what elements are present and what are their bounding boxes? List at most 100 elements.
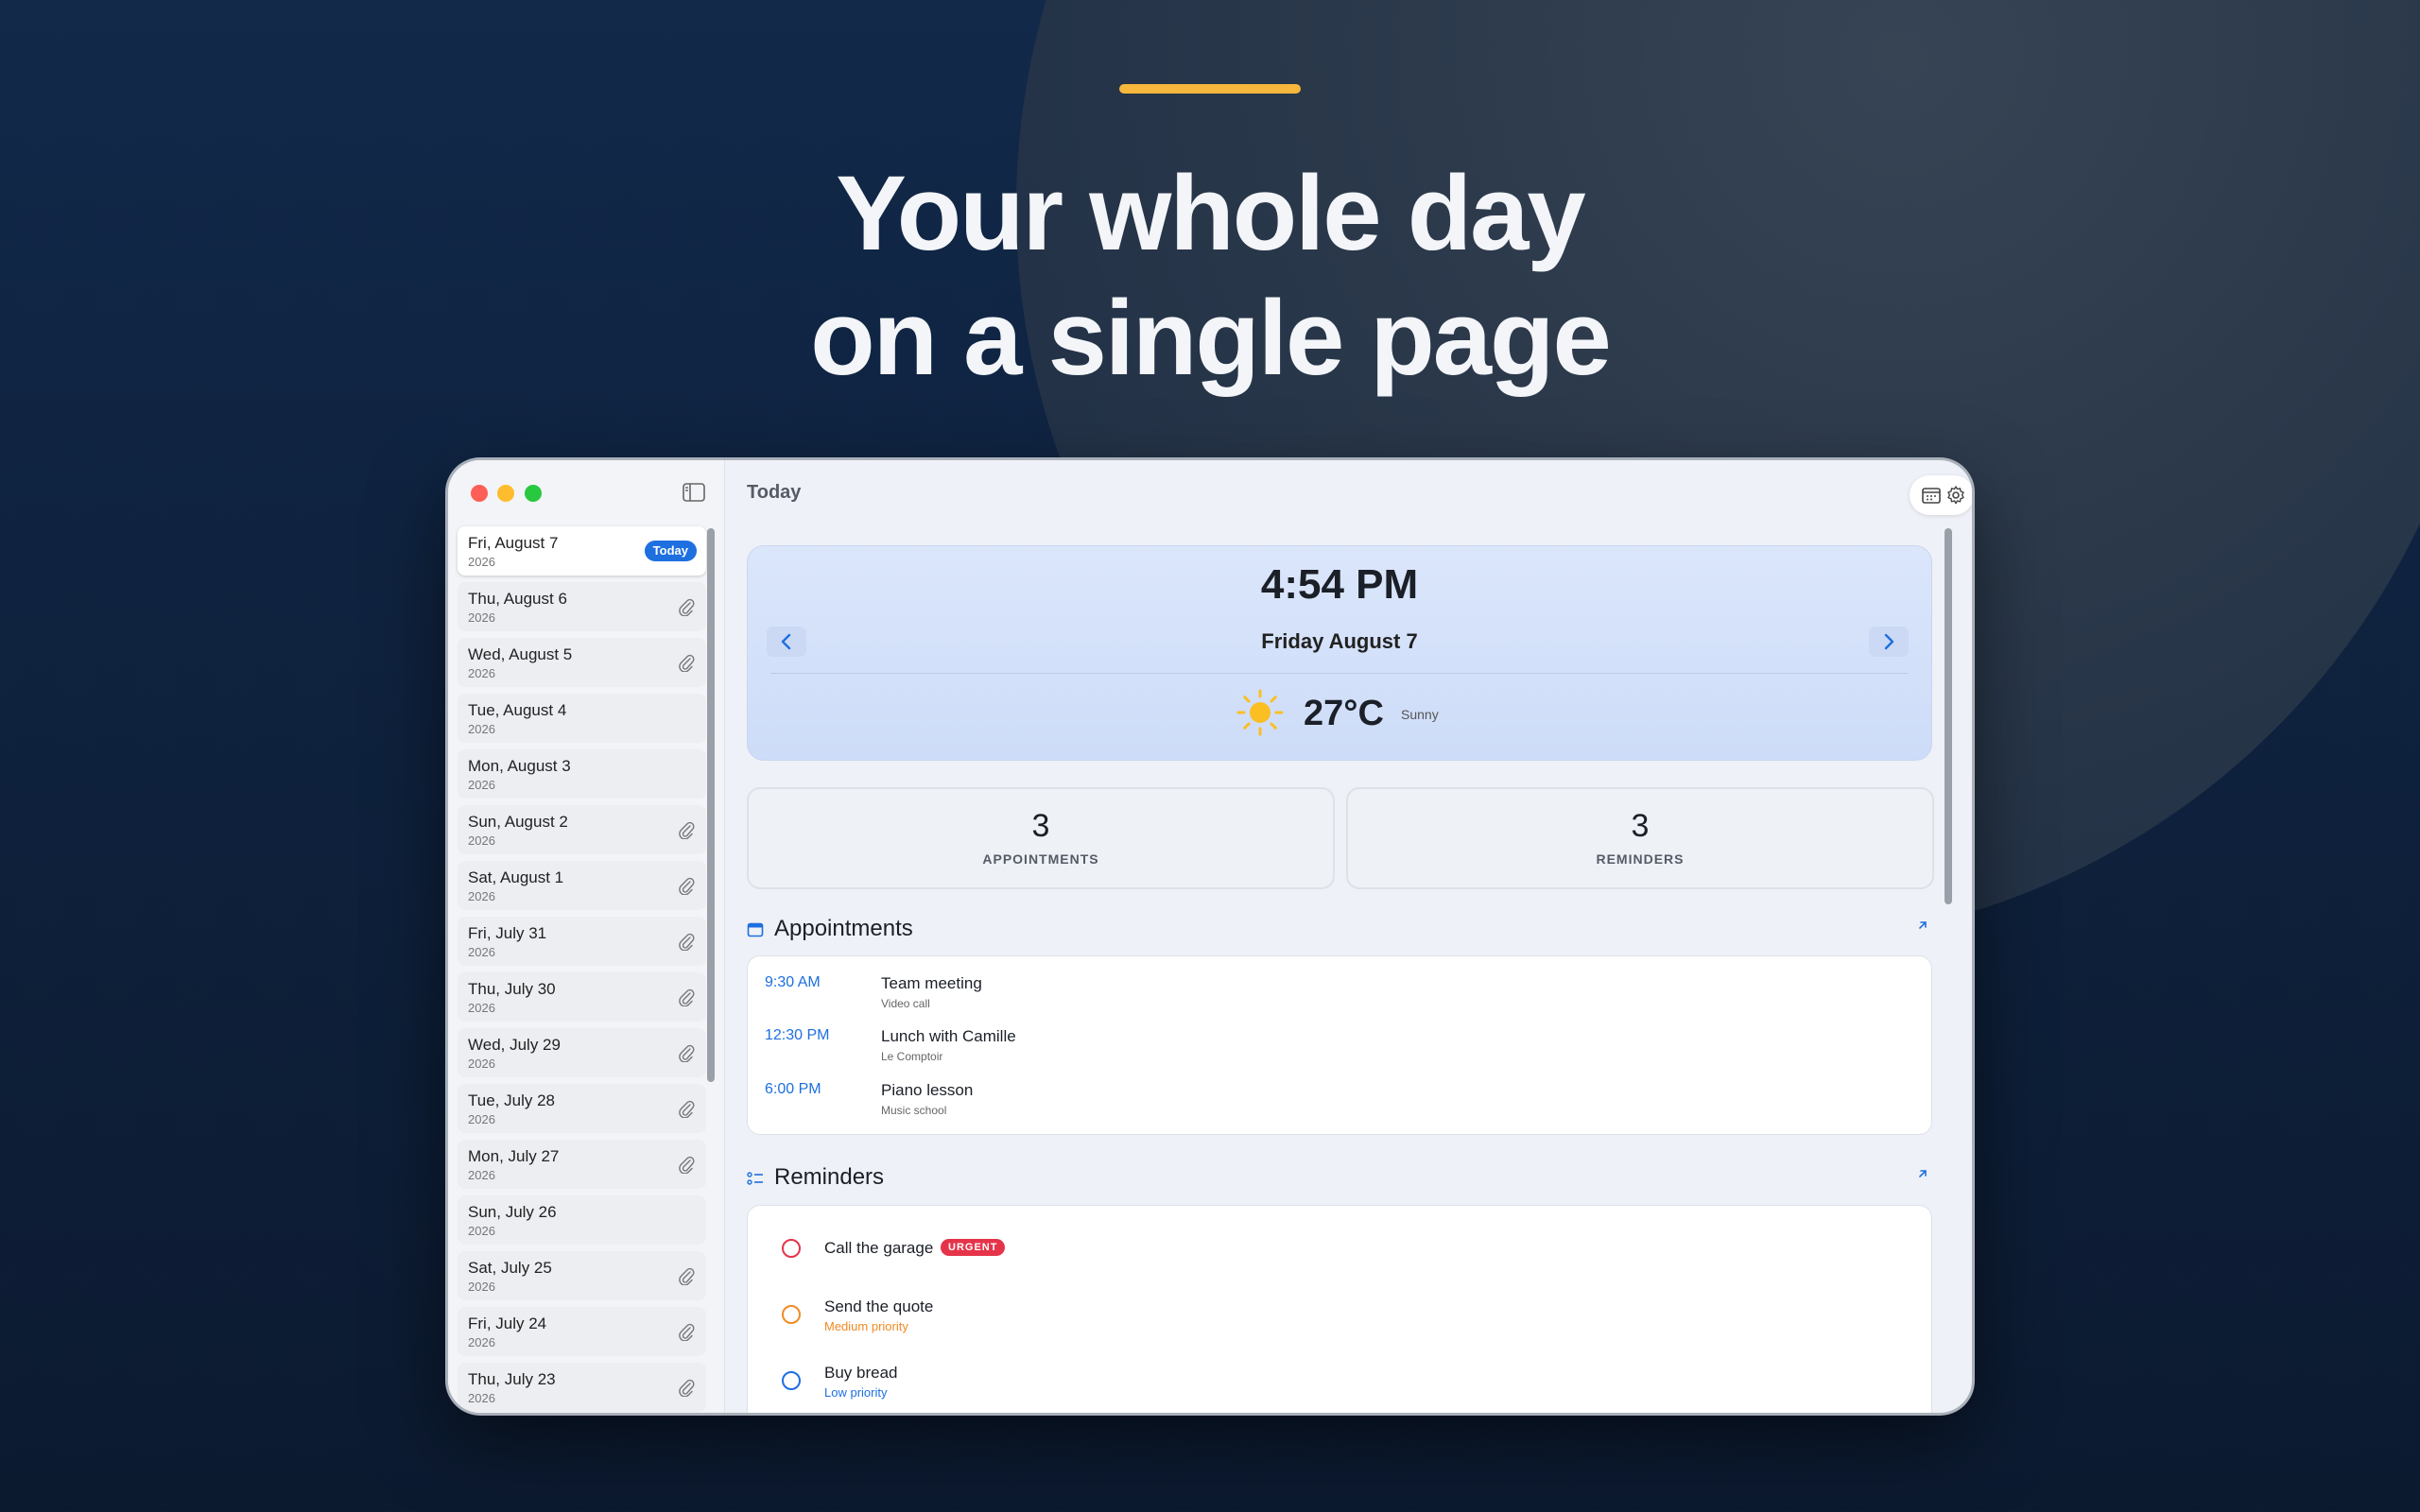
reminders-count-label: REMINDERS xyxy=(1596,851,1685,867)
sidebar: Fri, August 7 2026 Today Thu, August 6 2… xyxy=(448,460,725,1413)
attachment-icon xyxy=(679,654,695,672)
zoom-window-button[interactable] xyxy=(525,485,542,502)
day-item[interactable]: Tue, August 4 2026 xyxy=(458,694,706,743)
day-year: 2026 xyxy=(468,666,495,680)
day-item[interactable]: Sat, July 25 2026 xyxy=(458,1251,706,1300)
attachment-icon xyxy=(679,1100,695,1118)
reminder-priority: Medium priority xyxy=(824,1319,908,1333)
day-name: Tue, August 4 xyxy=(468,701,567,719)
reminders-header: Reminders xyxy=(747,1164,1930,1193)
appointment-time: 9:30 AM xyxy=(765,974,821,990)
reminder-row[interactable]: Buy bread Low priority xyxy=(748,1364,1931,1413)
reminder-priority: Low priority xyxy=(824,1385,888,1400)
day-year: 2026 xyxy=(468,610,495,625)
appointments-title: Appointments xyxy=(774,916,913,941)
minimize-window-button[interactable] xyxy=(497,485,514,502)
day-year: 2026 xyxy=(468,722,495,736)
day-year: 2026 xyxy=(468,1335,495,1349)
appointment-title: Piano lesson xyxy=(881,1081,974,1099)
day-item[interactable]: Thu, July 23 2026 xyxy=(458,1363,706,1412)
day-name: Mon, July 27 xyxy=(468,1147,560,1165)
day-item[interactable]: Sat, August 1 2026 xyxy=(458,861,706,910)
attachment-icon xyxy=(679,598,695,616)
app-window: Fri, August 7 2026 Today Thu, August 6 2… xyxy=(448,460,1972,1413)
calendar-icon xyxy=(747,922,764,937)
day-item[interactable]: Thu, July 30 2026 xyxy=(458,972,706,1022)
calendar-icon[interactable] xyxy=(1921,485,1942,506)
day-name: Fri, July 31 xyxy=(468,924,547,942)
today-hero-card: 4:54 PM Friday August 7 27°C Sunny xyxy=(747,545,1932,761)
open-external-icon[interactable] xyxy=(1915,918,1930,933)
current-date: Friday August 7 xyxy=(1261,629,1418,653)
day-item[interactable]: Fri, July 24 2026 xyxy=(458,1307,706,1356)
current-time: 4:54 PM xyxy=(1260,561,1419,608)
day-item[interactable]: Sun, August 2 2026 xyxy=(458,805,706,854)
day-year: 2026 xyxy=(468,1168,495,1182)
day-name: Sat, July 25 xyxy=(468,1259,552,1277)
attachment-icon xyxy=(679,1044,695,1062)
day-year: 2026 xyxy=(468,1112,495,1126)
day-year: 2026 xyxy=(468,1391,495,1405)
day-item[interactable]: Mon, July 27 2026 xyxy=(458,1140,706,1189)
appointment-time: 12:30 PM xyxy=(765,1027,830,1043)
day-name: Fri, August 7 xyxy=(468,534,559,552)
attachment-icon xyxy=(679,1323,695,1341)
day-year: 2026 xyxy=(468,833,495,848)
appointment-location: Music school xyxy=(881,1104,947,1117)
sidebar-toggle-icon[interactable] xyxy=(683,483,705,502)
reminders-count-card[interactable]: 3 REMINDERS xyxy=(1346,787,1934,889)
hero-divider xyxy=(770,673,1909,674)
appointments-header: Appointments xyxy=(747,916,1930,944)
attachment-icon xyxy=(679,1379,695,1397)
day-item[interactable]: Mon, August 3 2026 xyxy=(458,749,706,799)
appointment-row[interactable]: 6:00 PM Piano lesson Music school xyxy=(748,1081,1931,1134)
main-scrollbar[interactable] xyxy=(1945,528,1952,904)
day-item[interactable]: Sun, July 26 2026 xyxy=(458,1195,706,1245)
reminders-count: 3 xyxy=(1631,808,1650,844)
appointments-count: 3 xyxy=(1031,808,1050,844)
day-year: 2026 xyxy=(468,1057,495,1071)
next-day-button[interactable] xyxy=(1869,627,1909,657)
attachment-icon xyxy=(679,933,695,951)
reminder-checkbox[interactable] xyxy=(782,1305,801,1324)
attachment-icon xyxy=(679,1267,695,1285)
open-external-icon[interactable] xyxy=(1915,1166,1930,1181)
headline-line-2: on a single page xyxy=(810,279,1612,397)
day-name: Fri, July 24 xyxy=(468,1314,547,1332)
reminder-row[interactable]: Call the garage URGENT xyxy=(748,1239,1931,1296)
sidebar-scrollbar[interactable] xyxy=(707,528,715,1082)
day-item[interactable]: Wed, July 29 2026 xyxy=(458,1028,706,1077)
main-panel: Today 4:54 PM Friday August 7 27°C Sunny… xyxy=(724,460,1972,1413)
appointments-count-card[interactable]: 3 APPOINTMENTS xyxy=(747,787,1335,889)
gear-icon[interactable] xyxy=(1945,485,1966,506)
reminder-checkbox[interactable] xyxy=(782,1371,801,1390)
headline-line-1: Your whole day xyxy=(836,154,1585,272)
appointment-location: Video call xyxy=(881,997,930,1010)
day-name: Mon, August 3 xyxy=(468,757,571,775)
sun-icon xyxy=(1236,689,1284,736)
day-item[interactable]: Fri, July 31 2026 xyxy=(458,917,706,966)
day-name: Thu, July 30 xyxy=(468,980,556,998)
day-item[interactable]: Fri, August 7 2026 Today xyxy=(458,526,706,576)
day-item[interactable]: Thu, August 6 2026 xyxy=(458,582,706,631)
close-window-button[interactable] xyxy=(471,485,488,502)
appointment-title: Team meeting xyxy=(881,974,982,992)
reminder-row[interactable]: Send the quote Medium priority xyxy=(748,1297,1931,1354)
attachment-icon xyxy=(679,877,695,895)
appointment-time: 6:00 PM xyxy=(765,1081,821,1097)
appointment-row[interactable]: 12:30 PM Lunch with Camille Le Comptoir xyxy=(748,1027,1931,1080)
day-item[interactable]: Tue, July 28 2026 xyxy=(458,1084,706,1133)
appointments-count-label: APPOINTMENTS xyxy=(982,851,1099,867)
attachment-icon xyxy=(679,821,695,839)
day-name: Sun, July 26 xyxy=(468,1203,557,1221)
day-item[interactable]: Wed, August 5 2026 xyxy=(458,638,706,687)
day-name: Wed, August 5 xyxy=(468,645,573,663)
appointments-card: 9:30 AM Team meeting Video call 12:30 PM… xyxy=(747,955,1932,1135)
day-year: 2026 xyxy=(468,945,495,959)
reminder-checkbox[interactable] xyxy=(782,1239,801,1258)
appointment-row[interactable]: 9:30 AM Team meeting Video call xyxy=(748,974,1931,1027)
appointment-location: Le Comptoir xyxy=(881,1050,943,1063)
urgent-badge: URGENT xyxy=(941,1239,1006,1256)
accent-bar xyxy=(1119,84,1301,94)
checklist-icon xyxy=(747,1172,763,1185)
